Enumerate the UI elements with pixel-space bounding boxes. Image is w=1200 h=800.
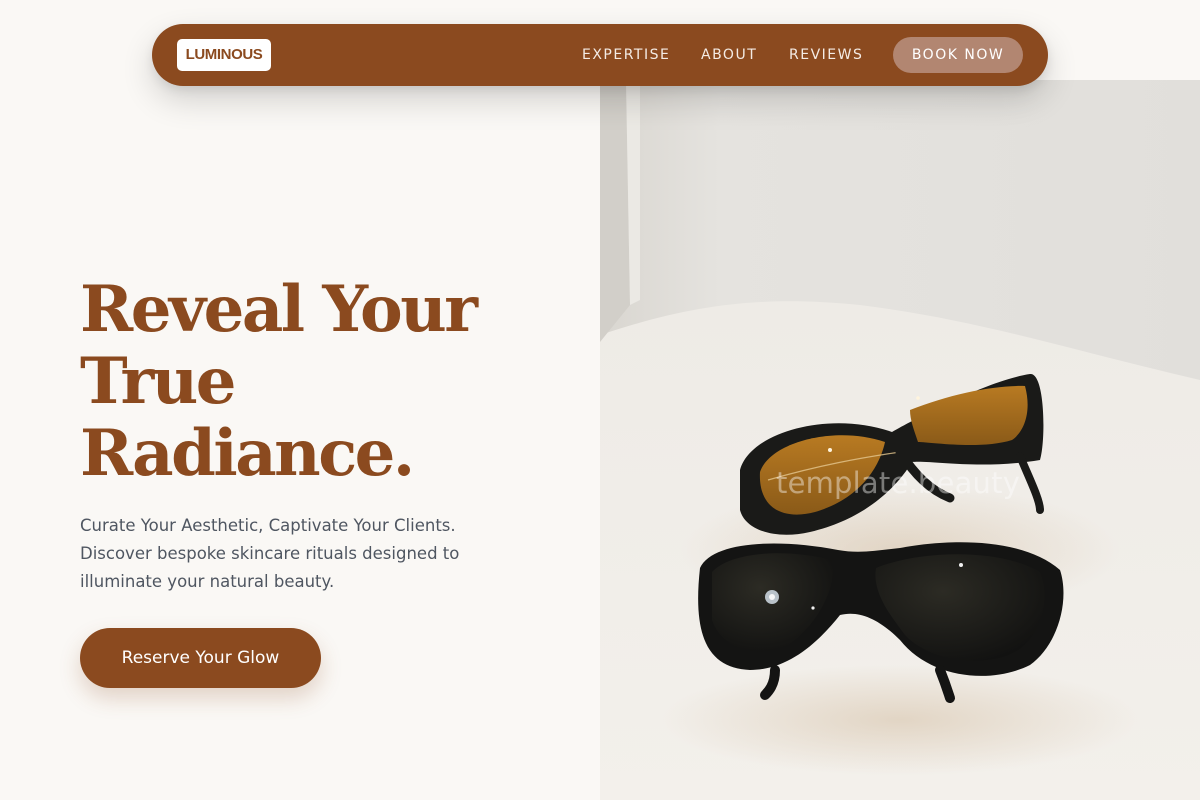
hero-image: template.beauty — [600, 80, 1200, 800]
landing-page: template.beauty LUMINOUS EXPERTISE ABOUT… — [0, 0, 1200, 800]
hero-title: Reveal Your True Radiance. — [80, 274, 580, 490]
main-navbar: LUMINOUS EXPERTISE ABOUT REVIEWS BOOK NO… — [152, 24, 1048, 86]
nav-link-about[interactable]: ABOUT — [701, 24, 757, 86]
hero-title-line: Radiance. — [80, 416, 415, 491]
protective-eyewear-photo — [600, 80, 1200, 800]
hero-subtitle-line: Discover bespoke skincare rituals design… — [80, 544, 460, 563]
reserve-glow-button[interactable]: Reserve Your Glow — [80, 628, 321, 688]
image-watermark: template.beauty — [776, 466, 1021, 500]
nav-link-reviews[interactable]: REVIEWS — [789, 24, 863, 86]
book-now-button[interactable]: BOOK NOW — [893, 37, 1023, 73]
hero-title-line: True — [80, 344, 236, 419]
hero-subtitle-line: illuminate your natural beauty. — [80, 572, 335, 591]
hero-title-line: Reveal Your — [80, 272, 478, 347]
hero-subtitle-line: Curate Your Aesthetic, Captivate Your Cl… — [80, 516, 456, 535]
brand-logo[interactable]: LUMINOUS — [177, 39, 271, 71]
nav-link-expertise[interactable]: EXPERTISE — [582, 24, 670, 86]
hero-subtitle: Curate Your Aesthetic, Captivate Your Cl… — [80, 512, 540, 596]
